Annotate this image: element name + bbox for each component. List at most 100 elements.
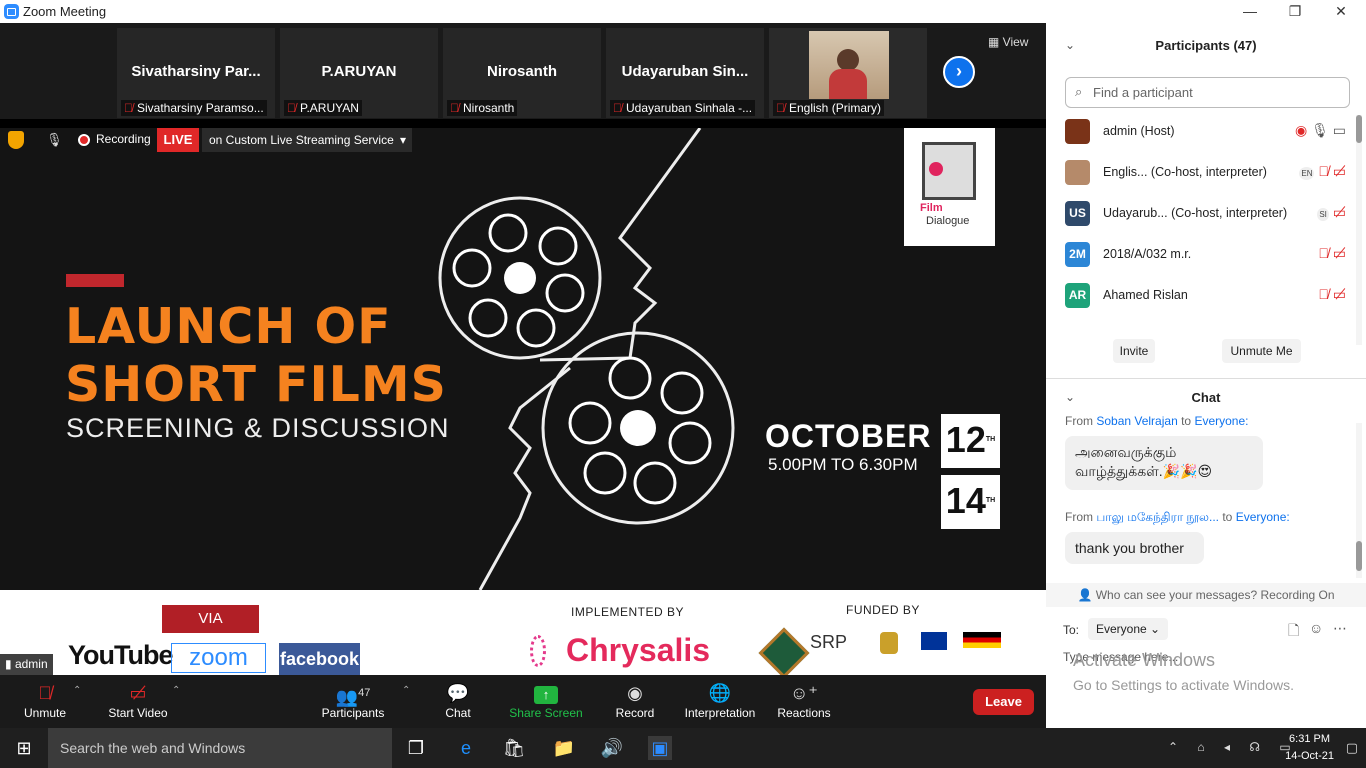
- view-button[interactable]: ▦ View: [988, 35, 1028, 49]
- participant-name: Ahamed Rislan: [1103, 288, 1188, 302]
- video-off-icon: ▭̸: [1332, 286, 1346, 302]
- youtube-logo: YouTube: [68, 640, 173, 670]
- participant-status-icons: EN 🎙̸ ▭̸: [1299, 163, 1346, 180]
- meeting-area: Sivatharsiny Par... 🎙̸ Sivatharsiny Param…: [0, 23, 1046, 675]
- activate-windows-watermark: Activate Windows: [1073, 650, 1216, 670]
- reactions-button[interactable]: ☺⁺ Reactions: [774, 675, 834, 728]
- recipient-dropdown[interactable]: Everyone ⌄: [1088, 618, 1169, 640]
- more-options-icon[interactable]: ⋯: [1333, 620, 1347, 637]
- video-tile[interactable]: P.ARUYAN 🎙̸ P.ARUYAN: [280, 28, 438, 118]
- taskbar-search[interactable]: Search the web and Windows: [48, 728, 392, 768]
- reel-hub-1: [504, 262, 536, 294]
- language-chip: SI: [1317, 208, 1329, 221]
- media-player-icon[interactable]: 🔊: [600, 736, 624, 760]
- maximize-button[interactable]: ❐: [1272, 0, 1318, 23]
- self-view-label: ▮ admin: [0, 654, 53, 675]
- slide-day-1: 12TH: [941, 414, 1000, 468]
- zoom-logo-icon: [4, 4, 19, 19]
- record-icon: ◉: [627, 683, 643, 703]
- side-panel: ⌄ Participants (47) ⌕ Find a participant…: [1046, 23, 1366, 728]
- leave-button[interactable]: Leave: [973, 689, 1034, 715]
- face-profile-upper: [539, 128, 702, 362]
- participant-status-icons: SI ▭̸: [1317, 204, 1346, 221]
- logo-text-bottom: Dialogue: [926, 215, 970, 227]
- start-video-button[interactable]: ▭̸ Start Video: [105, 675, 171, 728]
- muted-mic-icon: 🎙̸: [287, 101, 296, 115]
- store-icon[interactable]: 🛍: [502, 736, 526, 760]
- next-page-button[interactable]: ›: [943, 56, 975, 88]
- streaming-dropdown[interactable]: on Custom Live Streaming Service ▾: [202, 128, 412, 152]
- participants-options-caret[interactable]: ⌃: [402, 685, 410, 696]
- language-chip: EN: [1299, 167, 1315, 180]
- zoom-taskbar-icon[interactable]: ▣: [648, 736, 672, 760]
- video-thumbnail: [809, 31, 889, 99]
- tile-label: 🎙̸ Nirosanth: [447, 100, 518, 116]
- live-badge: LIVE: [157, 128, 199, 152]
- participant-row[interactable]: US Udayarub... (Co-host, interpreter) SI…: [1046, 193, 1346, 234]
- chat-privacy-notice[interactable]: 👤 Who can see your messages? Recording O…: [1046, 583, 1366, 607]
- logo-flower-icon: [929, 162, 943, 176]
- avatar: [1065, 119, 1090, 144]
- participant-status-icons: ◉ 🎙 ▭: [1295, 122, 1346, 139]
- emoji-icon[interactable]: ☺: [1309, 620, 1323, 636]
- video-tile[interactable]: 🎙̸ English (Primary): [769, 28, 927, 118]
- minimize-button[interactable]: —: [1227, 0, 1273, 23]
- chat-scrollbar[interactable]: [1356, 423, 1362, 578]
- share-screen-icon: ↑: [508, 683, 584, 704]
- participant-row[interactable]: 2M 2018/A/032 m.r. 🎙̸ ▭̸: [1046, 234, 1346, 275]
- record-button[interactable]: ◉ Record: [612, 675, 658, 728]
- participant-row[interactable]: AR Ahamed Rislan 🎙̸ ▭̸: [1046, 275, 1346, 316]
- tile-label: 🎙̸ P.ARUYAN: [284, 100, 362, 116]
- taskbar-clock[interactable]: 6:31 PM 14-Oct-21: [1285, 731, 1334, 765]
- invite-button[interactable]: Invite: [1113, 339, 1155, 363]
- unmute-button[interactable]: 🎙̸ Unmute: [14, 675, 76, 728]
- chat-sender-line: From Soban Velrajan to Everyone:: [1065, 414, 1249, 428]
- task-view-icon[interactable]: ❐: [404, 736, 428, 760]
- unmute-me-button[interactable]: Unmute Me: [1222, 339, 1301, 363]
- chat-button[interactable]: 💬 Chat: [438, 675, 478, 728]
- to-label: To:: [1063, 623, 1080, 637]
- video-options-caret[interactable]: ⌃: [172, 685, 180, 696]
- video-tile[interactable]: Udayaruban Sin... 🎙̸ Udayaruban Sinhala -…: [606, 28, 764, 118]
- participants-scrollbar[interactable]: [1356, 115, 1362, 345]
- slide-day-2: 14TH: [941, 475, 1000, 529]
- title-accent-bar: [66, 274, 124, 287]
- muted-mic-icon: 🎙̸: [1318, 163, 1329, 179]
- tile-label: 🎙̸ English (Primary): [773, 100, 885, 116]
- file-icon[interactable]: 🗋: [1288, 620, 1299, 644]
- file-explorer-icon[interactable]: 📁: [552, 736, 576, 760]
- participant-status-icons: 🎙̸ ▭̸: [1318, 245, 1346, 262]
- participant-row[interactable]: admin (Host) ◉ 🎙 ▭: [1046, 111, 1346, 152]
- share-screen-button[interactable]: ↑ Share Screen: [508, 675, 584, 728]
- film-reel-illustration: [438, 128, 735, 590]
- smiley-plus-icon: ☺⁺: [790, 683, 818, 703]
- recording-label[interactable]: Recording: [96, 132, 151, 146]
- windows-start-icon[interactable]: ⊞: [12, 736, 36, 760]
- video-off-icon: ▭̸: [1332, 163, 1346, 179]
- mic-icon[interactable]: 🎙: [46, 132, 63, 148]
- signal-icon: ▮: [5, 657, 15, 671]
- video-tile[interactable]: Nirosanth 🎙̸ Nirosanth: [443, 28, 601, 118]
- participant-row[interactable]: Englis... (Co-host, interpreter) EN 🎙̸ ▭…: [1046, 152, 1346, 193]
- participant-search-input[interactable]: ⌕ Find a participant: [1065, 77, 1350, 108]
- audio-options-caret[interactable]: ⌃: [73, 685, 81, 696]
- avatar: US: [1065, 201, 1090, 226]
- search-icon: ⌕: [1075, 84, 1083, 99]
- video-tile[interactable]: Sivatharsiny Par... 🎙̸ Sivatharsiny Param…: [117, 28, 275, 118]
- activate-windows-subtext: Go to Settings to activate Windows.: [1073, 677, 1294, 693]
- close-button[interactable]: ✕: [1318, 0, 1364, 23]
- slide-headline: LAUNCH OF SHORT FILMS: [65, 298, 447, 413]
- person-head: [837, 49, 859, 71]
- system-tray-icons[interactable]: ⌃ ⌂ ◂ ☊ ▭: [1168, 740, 1299, 754]
- participants-button[interactable]: 👥47 Participants: [318, 675, 388, 728]
- via-label: VIA: [162, 605, 259, 633]
- shield-icon[interactable]: [8, 131, 24, 149]
- interpretation-button[interactable]: 🌐 Interpretation: [680, 675, 760, 728]
- title-bar: Zoom Meeting — ❐ ✕: [0, 0, 1366, 23]
- german-flag-icon: [963, 632, 1001, 648]
- edge-browser-icon[interactable]: e: [454, 736, 478, 760]
- chat-message-bubble: அனைவருக்கும் வாழ்த்துக்கள்.🎉🎉😍: [1065, 436, 1263, 490]
- chrysalis-logo: Chrysalis: [566, 632, 711, 668]
- notifications-icon[interactable]: ▢: [1346, 740, 1358, 756]
- video-strip: Sivatharsiny Par... 🎙̸ Sivatharsiny Param…: [0, 23, 1046, 119]
